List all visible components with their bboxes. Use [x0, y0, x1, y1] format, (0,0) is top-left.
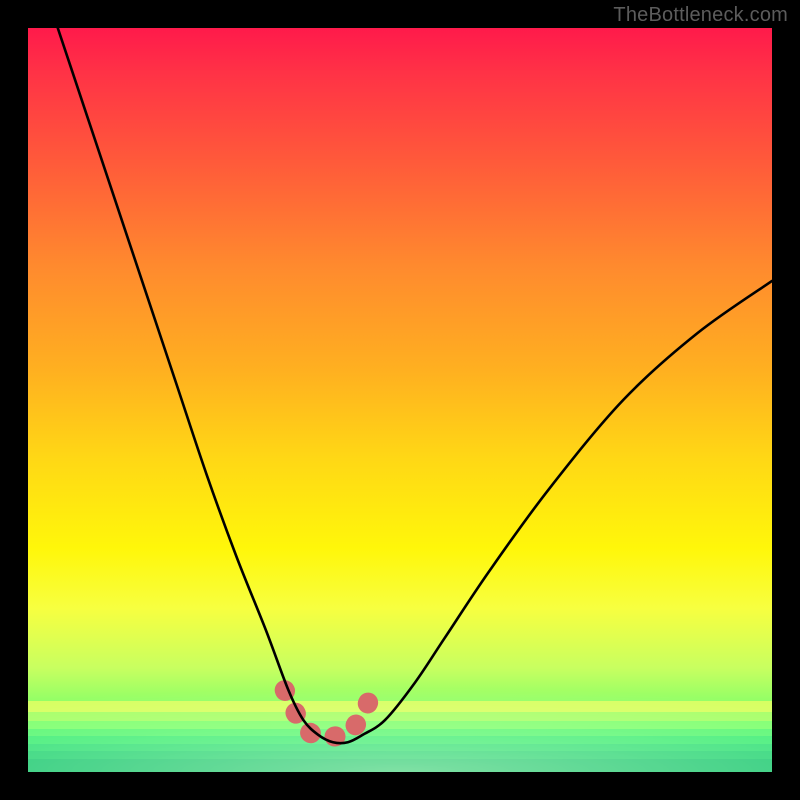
plot-area: [28, 28, 772, 772]
chart-frame: TheBottleneck.com: [0, 0, 800, 800]
bottleneck-curve: [58, 28, 772, 743]
watermark-text: TheBottleneck.com: [613, 4, 788, 27]
curve-layer: [28, 28, 772, 772]
